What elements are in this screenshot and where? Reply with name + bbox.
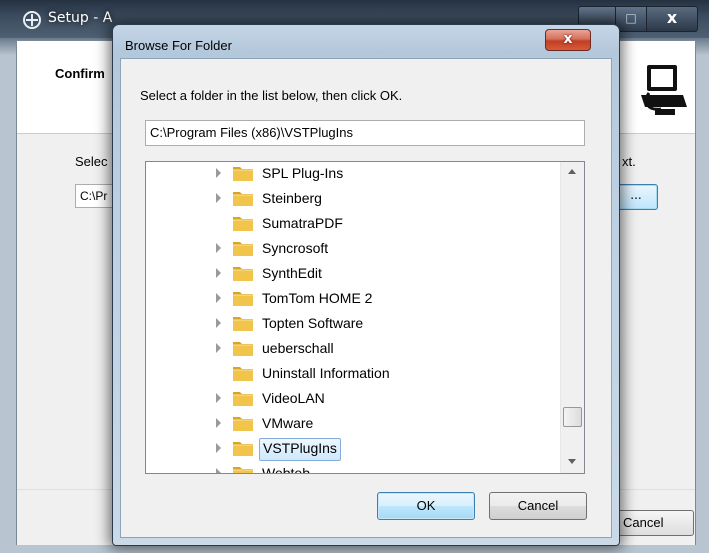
folder-icon [232,164,254,182]
tree-item[interactable]: VideoLAN [146,386,560,411]
maximize-button[interactable]: □ [615,6,647,32]
tree-item-label: TomTom HOME 2 [262,290,373,306]
tree-item-label: SynthEdit [262,265,322,281]
setup-close-button[interactable]: x [646,6,698,32]
tree-item-selected[interactable]: VSTPlugIns [146,436,560,461]
dialog-title: Browse For Folder [125,38,232,53]
expand-arrow-icon[interactable] [216,268,221,278]
tree-item[interactable]: VMware [146,411,560,436]
tree-item[interactable]: Uninstall Information [146,361,560,386]
tree-item-label: SPL Plug-Ins [262,165,344,181]
folder-tree[interactable]: SPL Plug-Ins Steinberg SumatraPDF Syncrosof… [145,161,585,474]
folder-path-field[interactable]: C:\Program Files (x86)\VSTPlugIns [145,120,585,146]
scroll-down-arrow-icon[interactable] [568,459,576,464]
tree-item-label: Steinberg [262,190,322,206]
folder-icon [232,189,254,207]
browse-for-folder-dialog: Browse For Folder x Select a folder in t… [112,24,620,546]
setup-page-heading: Confirm [55,66,105,81]
tree-item-label: VideoLAN [262,390,325,406]
tree-item-label: ueberschall [262,340,334,356]
setup-browse-button[interactable]: ... [614,184,658,210]
tree-item[interactable]: ueberschall [146,336,560,361]
folder-icon [232,464,254,473]
expand-arrow-icon[interactable] [216,168,221,178]
tree-item-label: Topten Software [262,315,364,331]
expand-arrow-icon[interactable] [216,193,221,203]
tree-item-label: SumatraPDF [262,215,343,231]
dialog-client-area: Select a folder in the list below, then … [120,58,612,538]
ok-button[interactable]: OK [377,492,475,520]
tree-item-label: Webteb [262,465,310,474]
expand-arrow-icon[interactable] [216,468,221,473]
folder-icon [232,364,254,382]
folder-icon [232,289,254,307]
tree-item[interactable]: Topten Software [146,311,560,336]
tree-item[interactable]: SumatraPDF [146,211,560,236]
expand-arrow-icon[interactable] [216,293,221,303]
vertical-scrollbar[interactable] [560,162,584,473]
tree-item-label: VMware [262,415,314,431]
folder-icon [232,264,254,282]
expand-arrow-icon[interactable] [216,318,221,328]
scroll-up-arrow-icon[interactable] [568,169,576,174]
folder-icon [232,214,254,232]
tree-item[interactable]: Syncrosoft [146,236,560,261]
folder-icon [232,239,254,257]
expand-arrow-icon[interactable] [216,443,221,453]
dialog-instruction: Select a folder in the list below, then … [140,88,403,103]
expand-arrow-icon[interactable] [216,393,221,403]
setup-destination-label: Selec [75,154,108,169]
scrollbar-thumb[interactable] [563,407,582,428]
tree-item-label: VSTPlugIns [259,438,341,461]
setup-destination-label-end: xt. [622,154,636,169]
setup-app-icon [23,11,41,29]
tree-item[interactable]: Webteb [146,461,560,474]
folder-icon [232,314,254,332]
setup-window-title: Setup - A [48,10,113,26]
folder-icon [232,339,254,357]
tree-item[interactable]: SPL Plug-Ins [146,162,560,186]
expand-arrow-icon[interactable] [216,418,221,428]
cancel-button[interactable]: Cancel [489,492,587,520]
expand-arrow-icon[interactable] [216,243,221,253]
tree-item-label: Uninstall Information [262,365,390,381]
tree-item[interactable]: SynthEdit [146,261,560,286]
dialog-close-button[interactable]: x [545,29,591,51]
setup-cancel-button[interactable]: Cancel [614,510,694,536]
folder-icon [232,414,254,432]
folder-icon [232,389,254,407]
tree-item[interactable]: TomTom HOME 2 [146,286,560,311]
tree-item[interactable]: Steinberg [146,186,560,211]
tree-item-label: Syncrosoft [262,240,329,256]
expand-arrow-icon[interactable] [216,343,221,353]
folder-icon [232,439,254,457]
installer-computer-icon [637,59,689,117]
